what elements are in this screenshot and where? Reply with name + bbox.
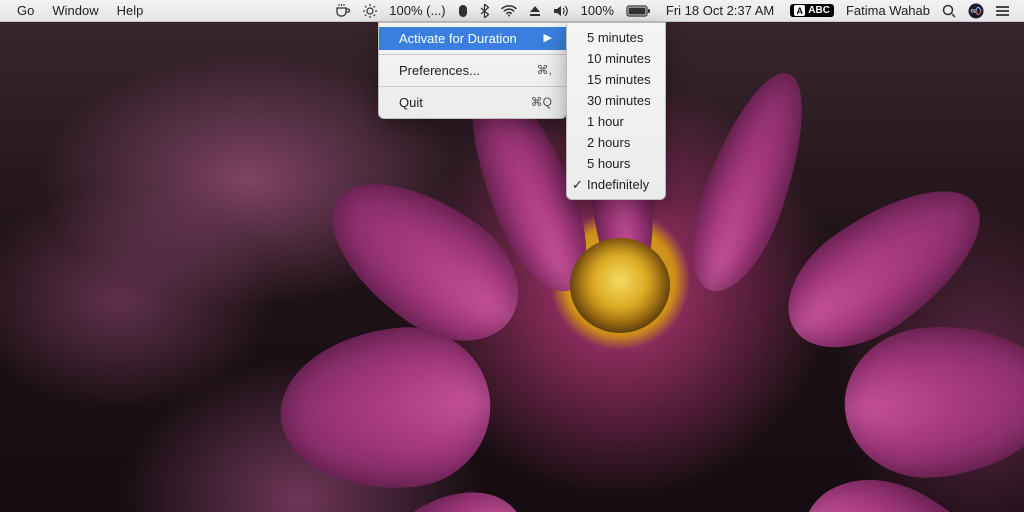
duration-label: 5 minutes	[587, 29, 643, 46]
menu-activate-label: Activate for Duration	[399, 30, 517, 47]
menu-preferences-shortcut: ⌘,	[537, 62, 552, 79]
duration-label: 1 hour	[587, 113, 624, 130]
menu-quit-shortcut: ⌘Q	[531, 94, 552, 111]
menubar-right: 100% (...) 100% Fri 18 Oct 2:37 AM AABC …	[329, 3, 1016, 19]
duration-10-minutes[interactable]: 10 minutes	[567, 48, 665, 69]
menu-window[interactable]: Window	[43, 0, 107, 22]
menu-preferences[interactable]: Preferences... ⌘,	[379, 59, 566, 82]
notification-center-icon[interactable]	[990, 5, 1016, 17]
checkmark-icon: ✓	[572, 176, 583, 193]
menu-preferences-label: Preferences...	[399, 62, 480, 79]
duration-indefinitely[interactable]: ✓ Indefinitely	[567, 174, 665, 195]
menu-help[interactable]: Help	[108, 0, 153, 22]
eject-icon[interactable]	[523, 5, 547, 17]
menu-separator	[379, 86, 566, 87]
wifi-icon[interactable]	[495, 5, 523, 17]
duration-label: Indefinitely	[587, 176, 649, 193]
spotlight-search-icon[interactable]	[936, 4, 962, 18]
user-name[interactable]: Fatima Wahab	[840, 3, 936, 18]
duration-30-minutes[interactable]: 30 minutes	[567, 90, 665, 111]
duration-label: 10 minutes	[587, 50, 651, 67]
duration-label: 5 hours	[587, 155, 630, 172]
brightness-icon[interactable]	[357, 4, 383, 18]
menu-activate-for-duration[interactable]: Activate for Duration ▶	[379, 27, 566, 50]
volume-icon[interactable]	[547, 5, 575, 17]
duration-label: 2 hours	[587, 134, 630, 151]
duration-label: 30 minutes	[587, 92, 651, 109]
duration-submenu: 5 minutes 10 minutes 15 minutes 30 minut…	[566, 22, 666, 200]
menu-quit[interactable]: Quit ⌘Q	[379, 91, 566, 114]
duration-label: 15 minutes	[587, 71, 651, 88]
siri-icon[interactable]	[962, 3, 990, 19]
duration-1-hour[interactable]: 1 hour	[567, 111, 665, 132]
charge-left-text[interactable]: 100% (...)	[383, 3, 451, 18]
duration-5-minutes[interactable]: 5 minutes	[567, 27, 665, 48]
input-source-label: ABC	[808, 5, 830, 16]
menu-separator	[379, 54, 566, 55]
input-source[interactable]: AABC	[784, 4, 840, 17]
submenu-arrow-icon: ▶	[544, 30, 552, 47]
battery-icon[interactable]	[620, 5, 656, 17]
menubar-left: Go Window Help	[8, 0, 152, 22]
menu-go[interactable]: Go	[8, 0, 43, 22]
datetime-text[interactable]: Fri 18 Oct 2:37 AM	[656, 3, 784, 18]
menu-quit-label: Quit	[399, 94, 423, 111]
caffeine-icon[interactable]	[329, 4, 357, 18]
duration-2-hours[interactable]: 2 hours	[567, 132, 665, 153]
bluetooth-icon[interactable]	[474, 4, 495, 18]
mouse-icon[interactable]	[452, 4, 474, 18]
battery-percent-text[interactable]: 100%	[575, 3, 620, 18]
duration-5-hours[interactable]: 5 hours	[567, 153, 665, 174]
caffeine-menu: Activate for Duration ▶ Preferences... ⌘…	[378, 22, 567, 119]
menubar: Go Window Help 100% (...) 100% Fri 18	[0, 0, 1024, 22]
duration-15-minutes[interactable]: 15 minutes	[567, 69, 665, 90]
